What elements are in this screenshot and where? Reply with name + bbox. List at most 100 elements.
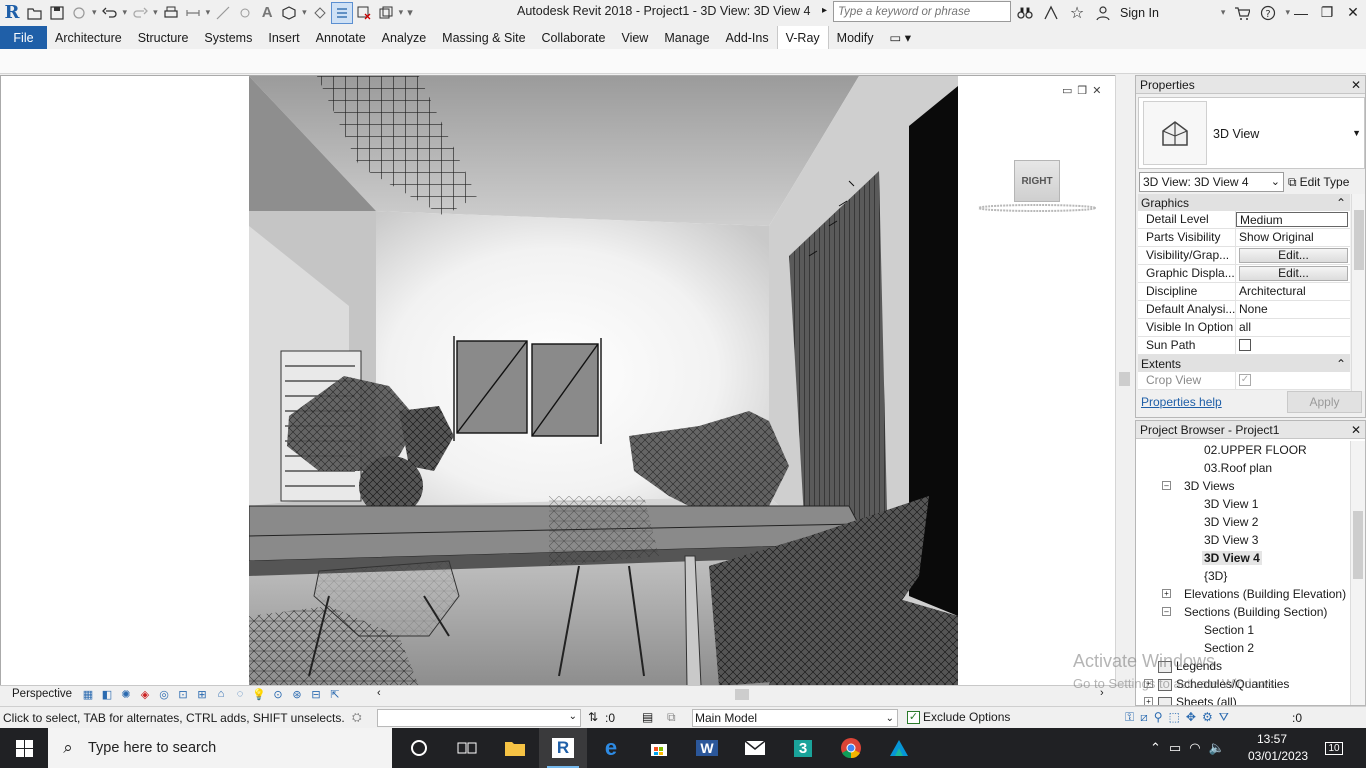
- exclude-options-checkbox[interactable]: ✓: [907, 710, 920, 724]
- tab-file[interactable]: File: [0, 26, 47, 49]
- chrome-icon[interactable]: [827, 728, 875, 768]
- undo-icon[interactable]: [99, 2, 121, 24]
- sign-in-link[interactable]: Sign In: [1120, 6, 1159, 20]
- type-selector[interactable]: 3D View ▼: [1138, 97, 1365, 169]
- tree-item[interactable]: 3D View 1: [1136, 495, 1350, 513]
- default-3d-view-icon[interactable]: [278, 2, 300, 24]
- reveal-hidden-icon[interactable]: 💡: [251, 687, 267, 701]
- dropdown-arrow-icon[interactable]: ▾: [123, 7, 128, 18]
- group-extents[interactable]: Extents ⌃: [1138, 355, 1350, 372]
- worksets-icon[interactable]: ⛭: [352, 710, 362, 725]
- autodesk-desktop-app-icon[interactable]: [875, 728, 923, 768]
- expand-arrow-icon[interactable]: ▸: [822, 5, 827, 16]
- type-dropdown-icon[interactable]: ▼: [1352, 128, 1361, 138]
- collapse-icon[interactable]: –: [1162, 607, 1171, 616]
- tab-add-ins[interactable]: Add-Ins: [718, 26, 777, 49]
- tree-item-3d-views[interactable]: –3D Views: [1136, 477, 1350, 495]
- tree-item-selected[interactable]: 3D View 4: [1136, 549, 1350, 567]
- sync-icon[interactable]: [68, 2, 90, 24]
- tree-item[interactable]: {3D}: [1136, 567, 1350, 585]
- viewcube[interactable]: RIGHT: [1014, 160, 1060, 202]
- section-icon[interactable]: [309, 2, 331, 24]
- scroll-left-icon[interactable]: ‹: [377, 687, 381, 699]
- viewport-restore-icon[interactable]: ❐: [1077, 84, 1087, 97]
- volume-icon[interactable]: 🔈: [1209, 740, 1225, 756]
- design-option-selector[interactable]: Main Model ⌄: [692, 709, 898, 727]
- property-row[interactable]: Visibility/Grap... Edit...: [1138, 247, 1350, 265]
- dropdown-arrow-icon[interactable]: ▾: [92, 7, 97, 18]
- battery-icon[interactable]: ▭: [1169, 740, 1181, 756]
- scrollbar-thumb[interactable]: [1354, 210, 1364, 270]
- store-icon[interactable]: [635, 728, 683, 768]
- property-row[interactable]: Visible In Option all: [1138, 319, 1350, 337]
- property-value[interactable]: all: [1236, 319, 1350, 336]
- crop-view-checkbox[interactable]: ✓: [1239, 373, 1251, 386]
- tab-v-ray[interactable]: V-Ray: [776, 26, 829, 49]
- save-icon[interactable]: [46, 2, 68, 24]
- open-icon[interactable]: [24, 2, 46, 24]
- tab-systems[interactable]: Systems: [196, 26, 260, 49]
- shadows-icon[interactable]: ◈: [137, 687, 153, 701]
- detail-level-field[interactable]: Medium: [1236, 212, 1348, 227]
- dropdown-arrow-icon[interactable]: ▾: [206, 7, 211, 18]
- taskbar-clock[interactable]: 13:57 03/01/2023: [1248, 731, 1308, 765]
- subscription-icon[interactable]: [1040, 2, 1062, 24]
- property-value[interactable]: Architectural: [1236, 283, 1350, 300]
- tab-massing-site[interactable]: Massing & Site: [434, 26, 533, 49]
- cart-icon[interactable]: [1231, 2, 1253, 24]
- expand-icon[interactable]: +: [1144, 697, 1153, 705]
- switch-windows-icon[interactable]: [375, 2, 397, 24]
- tree-item-sections[interactable]: – Sections (Building Section): [1136, 603, 1350, 621]
- tab-structure[interactable]: Structure: [130, 26, 197, 49]
- close-icon[interactable]: ✕: [1340, 0, 1366, 25]
- tab-view[interactable]: View: [613, 26, 656, 49]
- properties-help-link[interactable]: Properties help: [1141, 395, 1222, 409]
- show-crop-region-icon[interactable]: ⊞: [194, 687, 210, 701]
- property-row[interactable]: Parts Visibility Show Original: [1138, 229, 1350, 247]
- temporary-hide-icon[interactable]: ◌: [232, 687, 248, 701]
- tab-analyze[interactable]: Analyze: [374, 26, 434, 49]
- tree-item-elevations[interactable]: + Elevations (Building Elevation): [1136, 585, 1350, 603]
- collapse-icon[interactable]: ⌃: [1336, 357, 1346, 371]
- properties-close-icon[interactable]: ✕: [1351, 78, 1361, 92]
- lock-3d-view-icon[interactable]: ⌂: [213, 687, 229, 701]
- select-by-face-icon[interactable]: ⬚: [1169, 710, 1180, 725]
- notification-center-icon[interactable]: 10: [1320, 736, 1348, 760]
- tab-modify[interactable]: Modify: [829, 26, 882, 49]
- favorites-star-icon[interactable]: ☆: [1066, 2, 1088, 24]
- task-view-icon[interactable]: [443, 728, 491, 768]
- property-value[interactable]: Show Original: [1236, 229, 1350, 246]
- ribbon-minimize-toggle-icon[interactable]: ▭ ▾: [882, 26, 920, 49]
- group-graphics[interactable]: Graphics ⌃: [1138, 194, 1350, 211]
- highlight-displacement-icon[interactable]: ⊟: [308, 687, 324, 701]
- tree-item-sheets[interactable]: + Sheets (all): [1136, 693, 1350, 705]
- temporary-view-properties-icon[interactable]: ⊙: [270, 687, 286, 701]
- tree-item[interactable]: 03.Roof plan: [1136, 459, 1350, 477]
- editing-requests-icon[interactable]: ▤: [642, 710, 653, 724]
- dropdown-arrow-icon[interactable]: ▾: [399, 7, 404, 18]
- workset-selector[interactable]: ⌄: [377, 709, 581, 727]
- file-explorer-icon[interactable]: [491, 728, 539, 768]
- viewport-minimize-icon[interactable]: ▭: [1062, 84, 1072, 97]
- close-hidden-windows-icon[interactable]: [353, 2, 375, 24]
- show-analytical-model-icon[interactable]: ⊛: [289, 687, 305, 701]
- property-row[interactable]: Crop View ✓: [1138, 372, 1350, 390]
- wifi-icon[interactable]: ◠: [1189, 740, 1200, 756]
- view-scale-label[interactable]: Perspective: [0, 688, 80, 700]
- taskbar-search[interactable]: ⌕ Type here to search: [48, 728, 392, 768]
- visual-style-icon[interactable]: ◧: [99, 687, 115, 701]
- search-input[interactable]: [833, 1, 1011, 22]
- sun-path-icon[interactable]: ✺: [118, 687, 134, 701]
- mail-icon[interactable]: [731, 728, 779, 768]
- collapse-icon[interactable]: –: [1162, 481, 1171, 490]
- help-icon[interactable]: ?: [1257, 2, 1279, 24]
- property-row[interactable]: Graphic Displa... Edit...: [1138, 265, 1350, 283]
- drawing-area[interactable]: ▭ ❐ ✕ RIGHT: [0, 75, 1115, 685]
- 3d-render-view[interactable]: [249, 76, 958, 685]
- print-icon[interactable]: [160, 2, 182, 24]
- cortana-icon[interactable]: [395, 728, 443, 768]
- binoculars-icon[interactable]: [1014, 2, 1036, 24]
- tab-architecture[interactable]: Architecture: [47, 26, 130, 49]
- sun-path-checkbox[interactable]: [1239, 338, 1251, 351]
- properties-scrollbar[interactable]: [1351, 194, 1365, 391]
